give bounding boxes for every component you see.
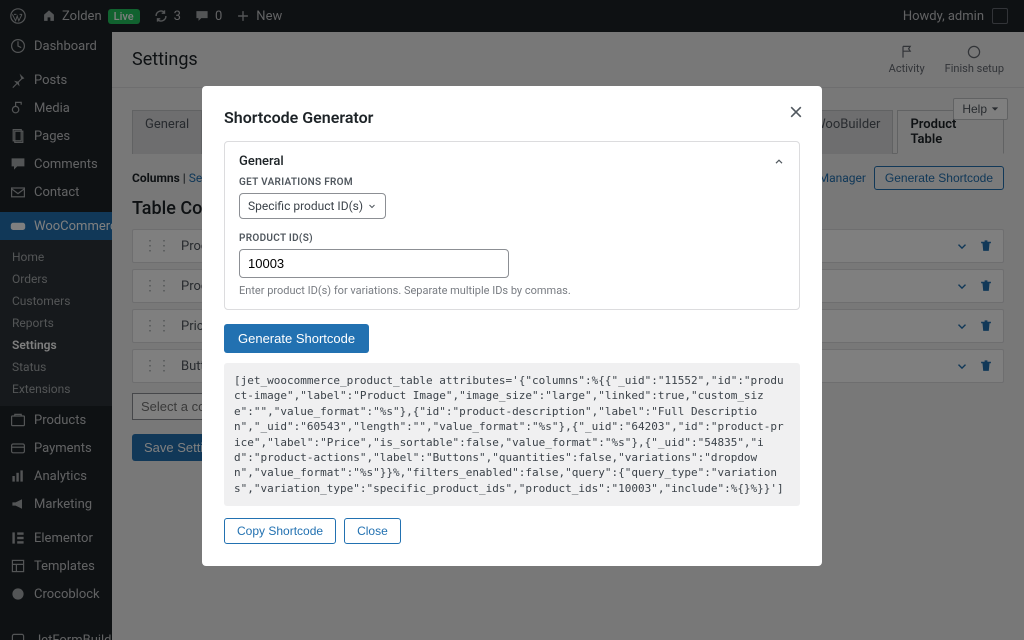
general-accordion: General GET VARIATIONS FROM Specific pro… — [224, 141, 800, 310]
variations-value: Specific product ID(s) — [248, 199, 363, 213]
accordion-title: General — [239, 154, 284, 169]
close-button[interactable]: Close — [344, 518, 401, 544]
modal-title: Shortcode Generator — [224, 108, 800, 127]
chevron-down-icon — [367, 201, 377, 211]
copy-shortcode-button[interactable]: Copy Shortcode — [224, 518, 336, 544]
product-ids-help: Enter product ID(s) for variations. Sepa… — [239, 284, 785, 297]
product-ids-input[interactable] — [239, 249, 509, 278]
close-icon[interactable] — [788, 104, 804, 125]
chevron-up-icon — [773, 156, 785, 168]
variations-label: GET VARIATIONS FROM — [239, 177, 785, 188]
shortcode-modal: Shortcode Generator General GET VARIATIO… — [202, 86, 822, 566]
accordion-header[interactable]: General — [239, 154, 785, 169]
generate-shortcode-button[interactable]: Generate Shortcode — [224, 324, 369, 353]
product-ids-label: PRODUCT ID(S) — [239, 233, 785, 244]
shortcode-output[interactable]: [jet_woocommerce_product_table attribute… — [224, 363, 800, 506]
modal-overlay[interactable]: Shortcode Generator General GET VARIATIO… — [0, 0, 1024, 640]
variations-select[interactable]: Specific product ID(s) — [239, 193, 386, 219]
